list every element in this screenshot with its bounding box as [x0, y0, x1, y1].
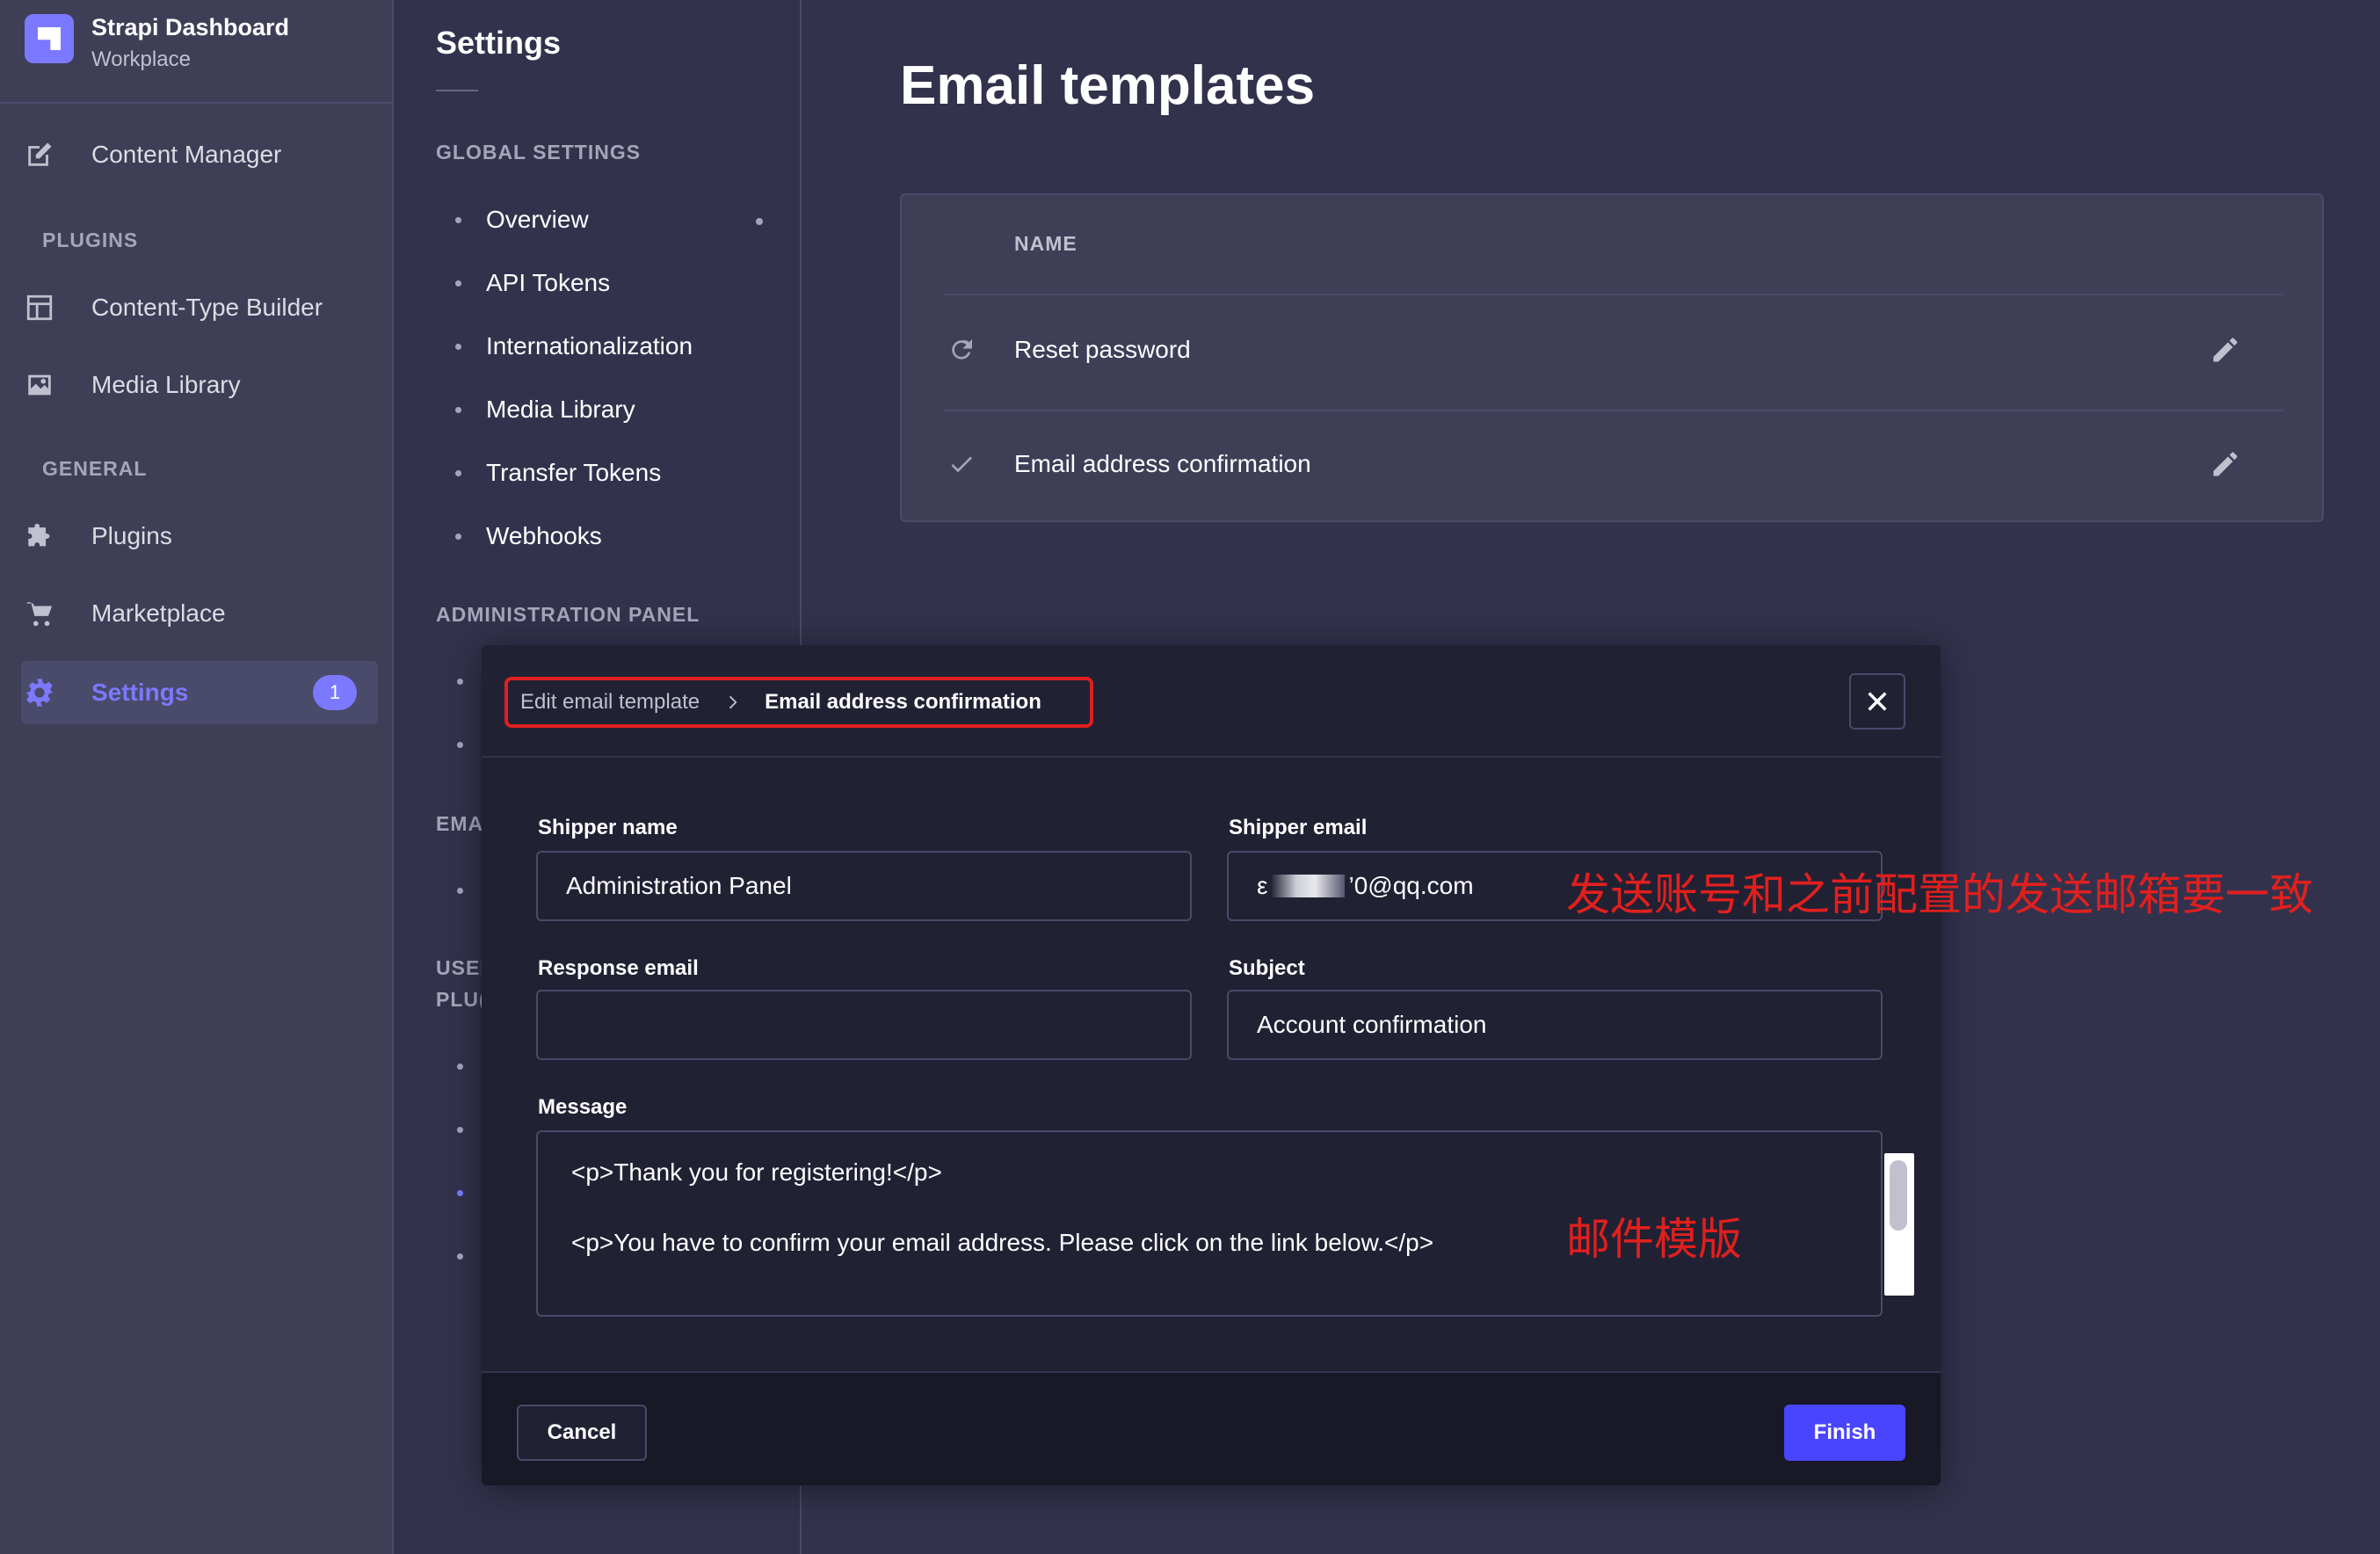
modal-header: Edit email template Email address confir… — [482, 645, 1941, 758]
nav-label: Plugins — [91, 522, 172, 549]
subnav-item-overview[interactable]: Overview — [455, 206, 589, 234]
subnav-item-hidden[interactable] — [457, 888, 463, 894]
main-navigation: Strapi Dashboard Workplace Content Manag… — [0, 0, 394, 1554]
subnav-item-api-tokens[interactable]: API Tokens — [455, 269, 610, 297]
nav-label: Media Library — [91, 371, 241, 398]
brand-title: Strapi Dashboard — [91, 14, 290, 40]
nav-item-content-type-builder[interactable]: Content-Type Builder — [25, 281, 323, 334]
breadcrumb: Edit email template Email address confir… — [504, 677, 1093, 728]
refresh-icon — [952, 339, 972, 359]
subnav-item-hidden[interactable] — [457, 742, 463, 748]
pencil-square-icon — [28, 142, 52, 166]
template-name: Email address confirmation — [1014, 450, 1311, 477]
table-header-name: NAME — [1014, 232, 1078, 255]
modal-footer: Cancel Finish — [482, 1371, 1941, 1485]
redacted-block — [1271, 875, 1346, 897]
settings-notification-badge: 1 — [313, 675, 357, 710]
subnav-section-administration: ADMINISTRATION PANEL — [436, 603, 700, 626]
subject-value: Account confirmation — [1257, 1011, 1487, 1038]
subnav-section-email: EMA — [436, 812, 484, 835]
shipper-email-prefix: ε — [1257, 872, 1268, 899]
check-icon — [951, 456, 972, 473]
subnav-section-global: GLOBAL SETTINGS — [436, 141, 642, 163]
template-name: Reset password — [1014, 336, 1191, 363]
subnav-item-media-library[interactable]: Media Library — [455, 396, 635, 424]
page-title: Email templates — [900, 55, 1316, 116]
response-email-input[interactable] — [536, 990, 1192, 1060]
subnav-item-hidden[interactable] — [457, 1127, 463, 1133]
subnav-item-hidden[interactable] — [457, 679, 463, 685]
subnav-item-transfer-tokens[interactable]: Transfer Tokens — [455, 459, 661, 487]
nav-section-general: GENERAL — [42, 457, 148, 480]
puzzle-icon — [28, 523, 50, 547]
nav-item-content-manager[interactable]: Content Manager — [25, 128, 281, 181]
nav-label: Settings — [91, 679, 189, 706]
message-label: Message — [538, 1095, 628, 1119]
brand-subtitle: Workplace — [91, 47, 191, 71]
cancel-button[interactable]: Cancel — [517, 1405, 647, 1461]
nav-item-settings[interactable]: Settings — [25, 666, 188, 719]
subnav-item-internationalization[interactable]: Internationalization — [455, 332, 693, 360]
subnav-section-users-2: PLU( — [436, 988, 487, 1011]
shipper-email-suffix: ’0@qq.com — [1348, 872, 1474, 899]
subnav-title: Settings — [436, 25, 562, 61]
annotation-template-note: 邮件模版 — [1566, 1214, 1742, 1265]
edit-email-template-modal: Edit email template Email address confir… — [482, 645, 1941, 1485]
breadcrumb-current: Email address confirmation — [765, 690, 1041, 714]
message-line: <p>Thank you for registering!</p> — [571, 1158, 942, 1186]
annotation-sender-note: 发送账号和之前配置的发送邮箱要一致 — [1566, 869, 2313, 920]
response-email-label: Response email — [538, 956, 699, 980]
table-row[interactable]: Email address confirmation — [902, 410, 2322, 524]
close-icon — [1868, 692, 1887, 711]
nav-item-marketplace[interactable]: Marketplace — [25, 587, 226, 640]
breadcrumb-parent[interactable]: Edit email template — [520, 690, 700, 715]
image-icon — [28, 374, 51, 396]
edit-pencil-icon[interactable] — [2209, 448, 2241, 480]
nav-label: Content-Type Builder — [91, 294, 323, 321]
finish-button[interactable]: Finish — [1784, 1405, 1905, 1461]
cart-icon — [26, 602, 53, 627]
shipper-name-value: Administration Panel — [566, 872, 792, 899]
edit-pencil-icon[interactable] — [2209, 334, 2241, 366]
nav-section-plugins: PLUGINS — [42, 229, 139, 251]
nav-item-media-library[interactable]: Media Library — [25, 359, 241, 411]
nav-label: Marketplace — [91, 599, 226, 627]
subnav-item-hidden[interactable] — [457, 1253, 463, 1260]
brand-header: Strapi Dashboard Workplace — [0, 0, 392, 104]
subnav-divider — [436, 90, 478, 91]
table-row[interactable]: Reset password — [902, 295, 2322, 410]
message-scrollbar-thumb[interactable] — [1890, 1160, 1907, 1231]
overview-indicator-dot — [756, 218, 763, 225]
layout-icon — [26, 294, 53, 321]
gear-icon — [25, 679, 54, 707]
shipper-email-label: Shipper email — [1229, 816, 1368, 839]
email-templates-table: NAME Reset password Email address confir… — [900, 193, 2324, 522]
nav-label: Content Manager — [91, 141, 282, 168]
strapi-logo-icon — [25, 14, 74, 63]
subnav-item-active-hidden[interactable] — [457, 1190, 463, 1196]
subject-input[interactable]: Account confirmation — [1227, 990, 1883, 1060]
subject-label: Subject — [1229, 956, 1305, 980]
message-line: <p>You have to confirm your email addres… — [571, 1229, 1434, 1256]
subnav-item-webhooks[interactable]: Webhooks — [455, 522, 602, 550]
shipper-name-input[interactable]: Administration Panel — [536, 851, 1192, 921]
subnav-item-hidden[interactable] — [457, 1064, 463, 1070]
subnav-section-users: USEI — [436, 956, 487, 979]
chevron-right-icon — [729, 695, 737, 709]
shipper-name-label: Shipper name — [538, 816, 678, 839]
close-button[interactable] — [1849, 673, 1905, 730]
nav-item-plugins[interactable]: Plugins — [25, 510, 172, 563]
